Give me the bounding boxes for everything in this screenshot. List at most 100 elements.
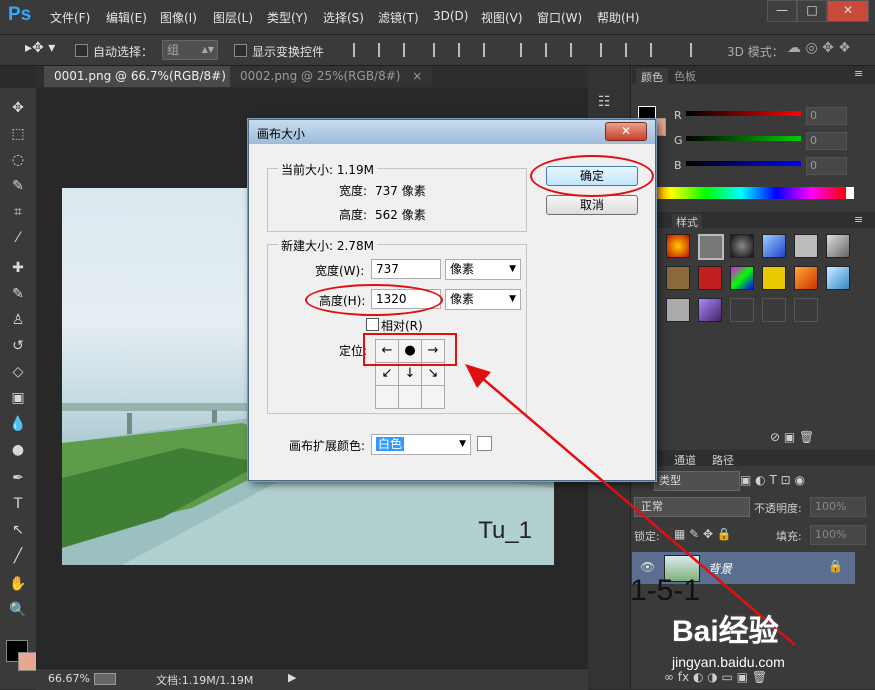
stamp-tool-icon[interactable]: ♙ bbox=[6, 310, 30, 330]
auto-select-dropdown[interactable]: 组 ▲▼ bbox=[162, 40, 218, 60]
align-vcenter-icon[interactable] bbox=[378, 43, 394, 57]
zoom-tool-icon[interactable]: 🔍 bbox=[6, 600, 30, 620]
blur-tool-icon[interactable]: 💧 bbox=[6, 414, 30, 434]
dialog-titlebar[interactable]: 画布大小 ✕ bbox=[249, 120, 655, 144]
3d-mode-icons[interactable]: ☁ ◎ ✥ ❖ bbox=[787, 40, 851, 56]
menu-image[interactable]: 图像(I) bbox=[160, 9, 197, 26]
channel-b-value[interactable]: 0 bbox=[806, 157, 847, 175]
menu-select[interactable]: 选择(S) bbox=[323, 9, 364, 26]
style-swatch[interactable] bbox=[826, 266, 850, 290]
style-swatch[interactable] bbox=[730, 266, 754, 290]
status-arrow-icon[interactable]: ▶ bbox=[288, 671, 296, 684]
menu-layer[interactable]: 图层(L) bbox=[213, 9, 253, 26]
style-swatch[interactable] bbox=[698, 298, 722, 322]
panel-menu-icon[interactable]: ≡ bbox=[854, 67, 863, 80]
menu-filter[interactable]: 滤镜(T) bbox=[378, 9, 419, 26]
tab-0001[interactable]: 0001.png @ 66.7%(RGB/8#) × bbox=[44, 66, 258, 87]
distribute-left-icon[interactable] bbox=[600, 43, 616, 57]
width-unit-select[interactable]: 像素 ▼ bbox=[445, 259, 521, 280]
style-swatch[interactable] bbox=[762, 234, 786, 258]
channel-g-value[interactable]: 0 bbox=[806, 132, 847, 150]
healing-tool-icon[interactable]: ✚ bbox=[6, 258, 30, 278]
maximize-button[interactable]: □ bbox=[797, 0, 827, 22]
menu-help[interactable]: 帮助(H) bbox=[597, 9, 639, 26]
tab-close-icon[interactable]: × bbox=[412, 69, 422, 83]
brush-tool-icon[interactable]: ✎ bbox=[6, 284, 30, 304]
show-transform-checkbox[interactable] bbox=[234, 44, 247, 57]
menu-window[interactable]: 窗口(W) bbox=[537, 9, 582, 26]
tab-styles[interactable]: 样式 bbox=[672, 214, 702, 230]
distribute-vcenter-icon[interactable] bbox=[545, 43, 561, 57]
style-swatch[interactable] bbox=[826, 234, 850, 258]
tab-0002[interactable]: 0002.png @ 25%(RGB/8#) × bbox=[230, 66, 433, 87]
style-swatch[interactable] bbox=[794, 298, 818, 322]
layers-footer-icons[interactable]: ∞ fx ◐ ◑ ▭ ▣ 🗑 bbox=[664, 670, 767, 684]
auto-select-checkbox[interactable] bbox=[75, 44, 88, 57]
minimize-button[interactable]: — bbox=[767, 0, 797, 22]
distribute-hcenter-icon[interactable] bbox=[625, 43, 641, 57]
auto-align-icon[interactable] bbox=[690, 43, 706, 57]
background-color-swatch[interactable] bbox=[18, 652, 37, 671]
channel-b-slider[interactable] bbox=[686, 161, 801, 166]
cancel-button[interactable]: 取消 bbox=[546, 195, 638, 215]
style-swatch[interactable] bbox=[666, 298, 690, 322]
marquee-tool-icon[interactable]: ⬚ bbox=[6, 124, 30, 144]
dodge-tool-icon[interactable]: ● bbox=[6, 440, 30, 460]
style-swatch[interactable] bbox=[794, 234, 818, 258]
menu-view[interactable]: 视图(V) bbox=[481, 9, 523, 26]
align-bottom-icon[interactable] bbox=[403, 43, 419, 57]
anchor-bottom-left[interactable] bbox=[375, 385, 399, 409]
type-tool-icon[interactable]: T bbox=[6, 494, 30, 514]
anchor-bottom-right[interactable] bbox=[421, 385, 445, 409]
menu-file[interactable]: 文件(F) bbox=[50, 9, 90, 26]
history-brush-tool-icon[interactable]: ↺ bbox=[6, 336, 30, 356]
view-icon[interactable] bbox=[94, 673, 116, 685]
menu-3d[interactable]: 3D(D) bbox=[433, 9, 468, 23]
path-select-tool-icon[interactable]: ↖ bbox=[6, 520, 30, 540]
distribute-top-icon[interactable] bbox=[520, 43, 536, 57]
distribute-right-icon[interactable] bbox=[650, 43, 666, 57]
relative-checkbox[interactable] bbox=[366, 318, 379, 331]
style-swatch[interactable] bbox=[698, 266, 722, 290]
history-icon[interactable]: ☷ bbox=[598, 94, 611, 110]
hand-tool-icon[interactable]: ✋ bbox=[6, 574, 30, 594]
move-tool-icon[interactable]: ✥ bbox=[6, 98, 30, 118]
gradient-tool-icon[interactable]: ▣ bbox=[6, 388, 30, 408]
move-tool-icon[interactable]: ▸✥ ▾ bbox=[25, 40, 55, 56]
distribute-bottom-icon[interactable] bbox=[570, 43, 586, 57]
align-hcenter-icon[interactable] bbox=[458, 43, 474, 57]
close-button[interactable]: ✕ bbox=[827, 0, 869, 22]
dialog-close-button[interactable]: ✕ bbox=[605, 122, 647, 141]
style-swatch[interactable] bbox=[762, 266, 786, 290]
align-right-icon[interactable] bbox=[483, 43, 499, 57]
white-swatch[interactable] bbox=[846, 187, 854, 199]
tab-color[interactable]: 颜色 bbox=[636, 68, 668, 86]
eyedropper-tool-icon[interactable]: ⁄ bbox=[6, 228, 30, 248]
opacity-input[interactable]: 100% bbox=[810, 497, 866, 517]
style-swatch[interactable] bbox=[794, 266, 818, 290]
style-swatch[interactable] bbox=[730, 298, 754, 322]
fill-input[interactable]: 100% bbox=[810, 525, 866, 545]
panel-menu-icon[interactable]: ≡ bbox=[854, 213, 863, 226]
channel-g-slider[interactable] bbox=[686, 136, 801, 141]
align-top-icon[interactable] bbox=[353, 43, 369, 57]
channel-r-slider[interactable] bbox=[686, 111, 801, 116]
pen-tool-icon[interactable]: ✒ bbox=[6, 468, 30, 488]
align-left-icon[interactable] bbox=[433, 43, 449, 57]
menu-type[interactable]: 类型(Y) bbox=[267, 9, 308, 26]
anchor-bottom-center[interactable] bbox=[398, 385, 422, 409]
height-unit-select[interactable]: 像素 ▼ bbox=[445, 289, 521, 310]
quick-select-tool-icon[interactable]: ✎ bbox=[6, 176, 30, 196]
style-swatch[interactable] bbox=[666, 266, 690, 290]
style-swatch[interactable] bbox=[666, 234, 690, 258]
crop-tool-icon[interactable]: ⌗ bbox=[6, 202, 30, 222]
new-width-input[interactable]: 737 bbox=[371, 259, 441, 279]
style-swatch[interactable] bbox=[698, 234, 724, 260]
eraser-tool-icon[interactable]: ◇ bbox=[6, 362, 30, 382]
zoom-level[interactable]: 66.67% bbox=[48, 672, 90, 685]
style-swatch[interactable] bbox=[730, 234, 754, 258]
channel-r-value[interactable]: 0 bbox=[806, 107, 847, 125]
line-tool-icon[interactable]: ╱ bbox=[6, 546, 30, 566]
style-swatch[interactable] bbox=[762, 298, 786, 322]
color-spectrum-bar[interactable] bbox=[636, 187, 846, 199]
